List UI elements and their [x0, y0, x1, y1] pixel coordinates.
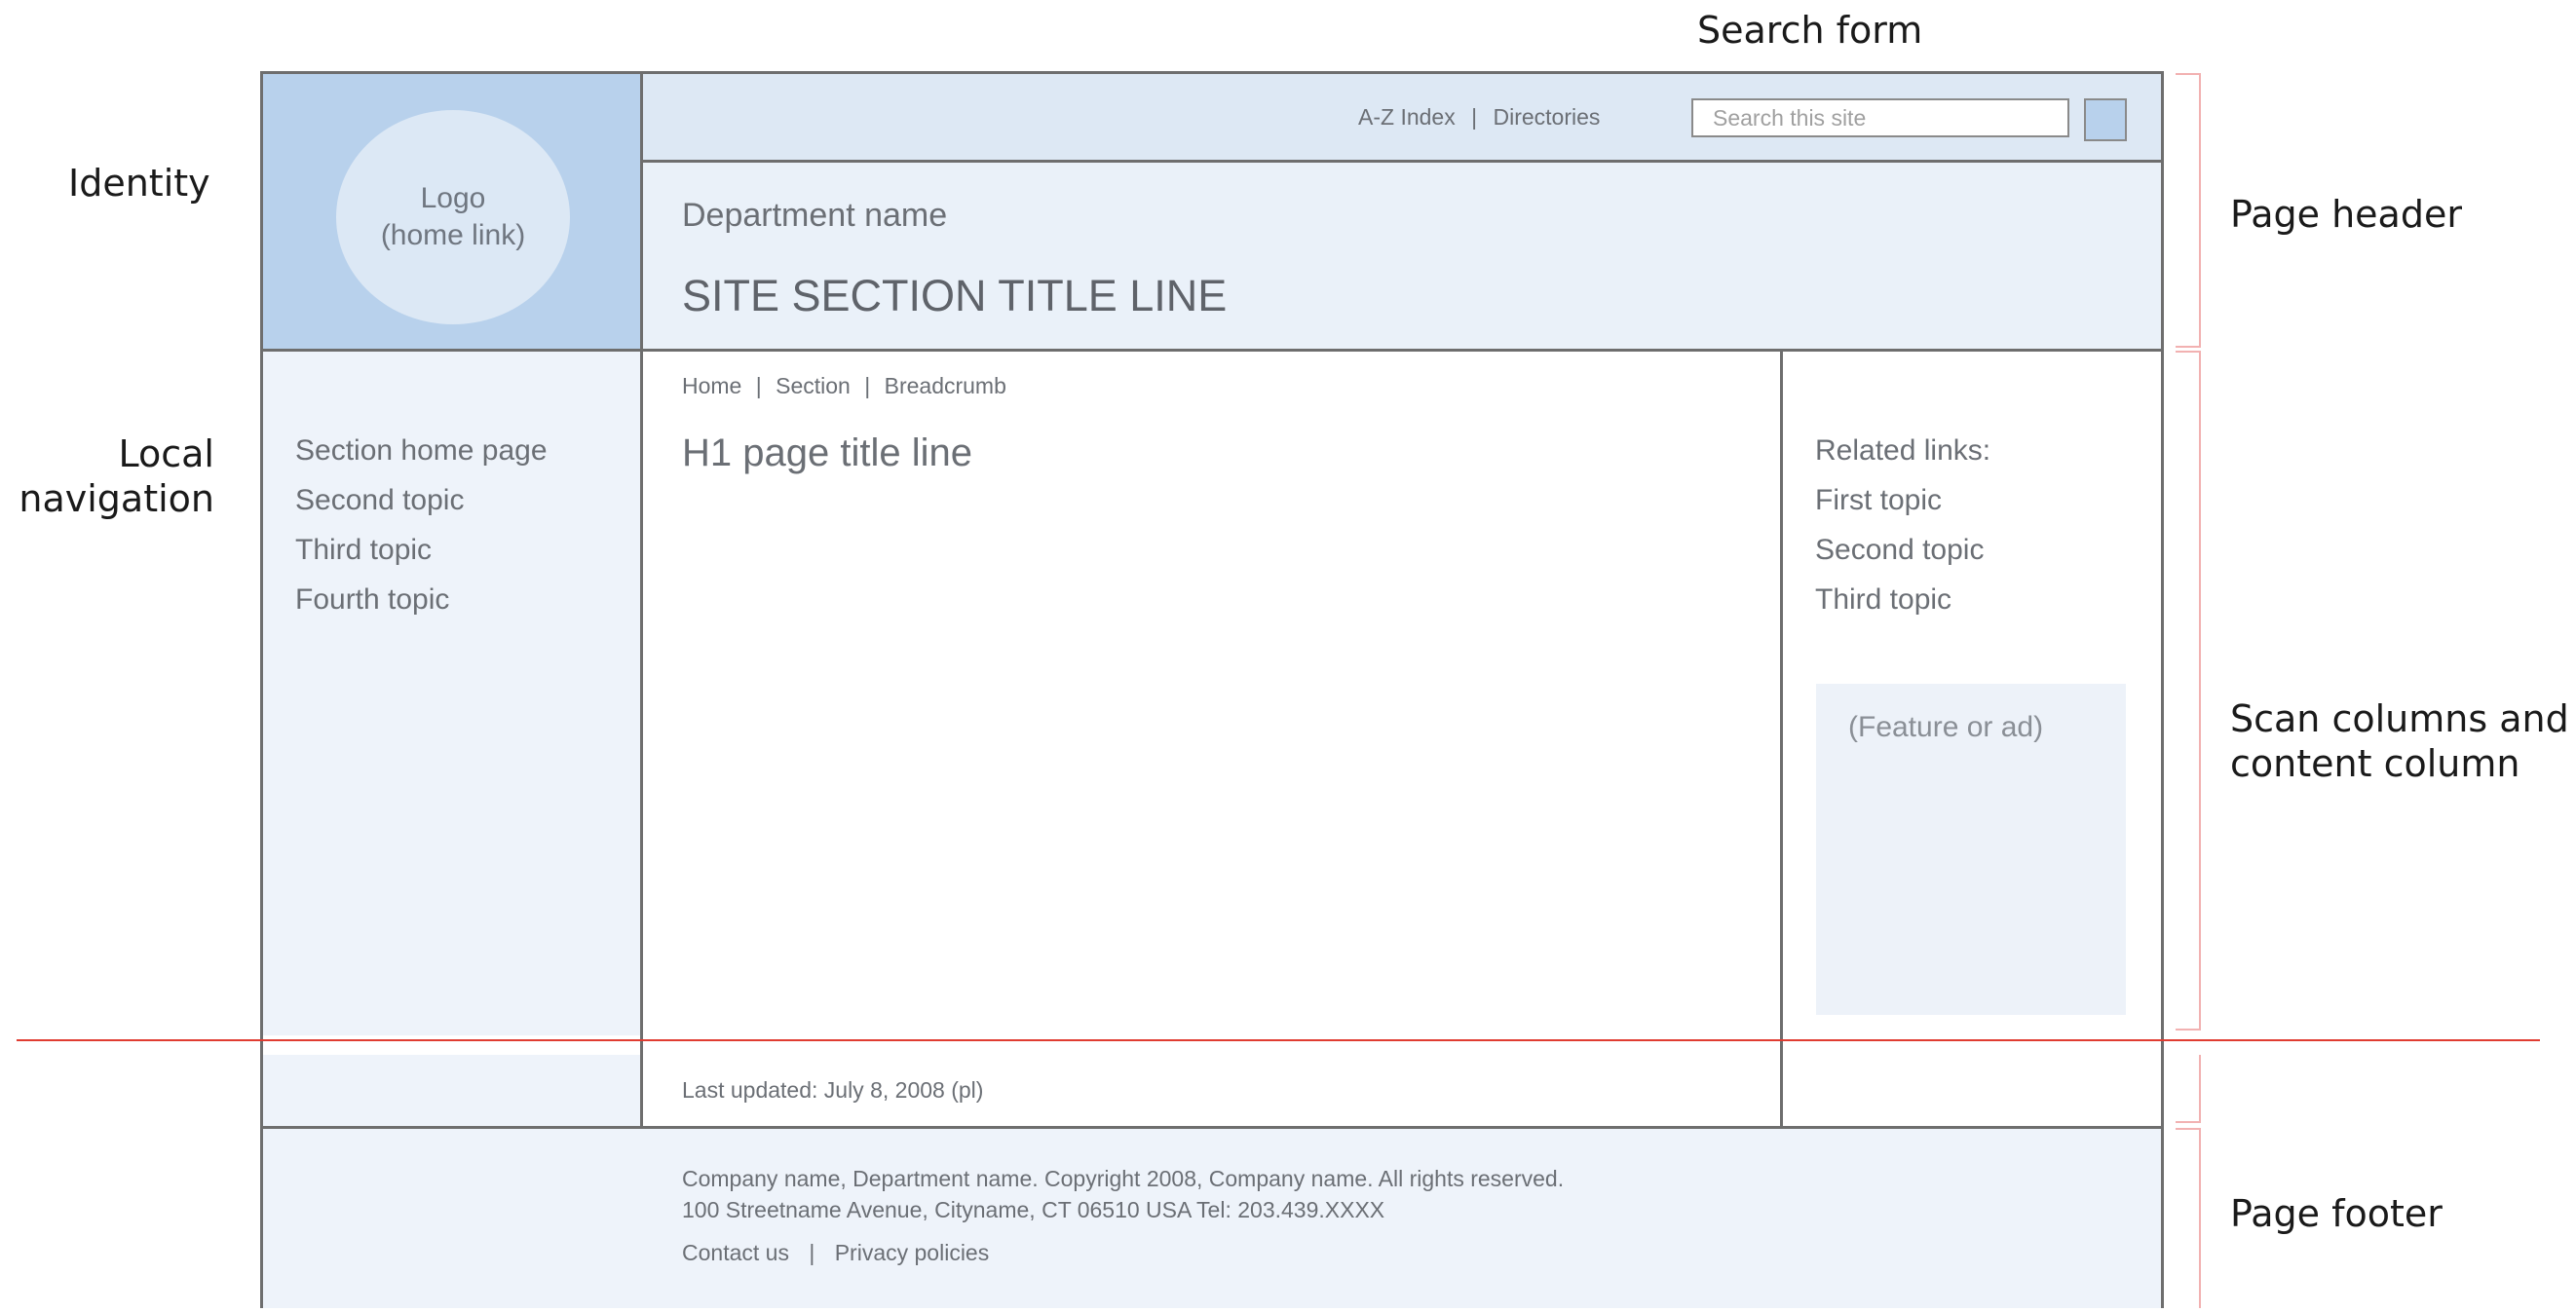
search-input[interactable] [1691, 98, 2069, 137]
directories-link[interactable]: Directories [1493, 104, 1600, 130]
logo-sublabel: (home link) [380, 219, 526, 251]
department-name: Department name [682, 197, 948, 234]
footer-links: Contact us | Privacy policies [682, 1240, 989, 1266]
local-nav-list: Section home page Second topic Third top… [295, 426, 548, 624]
utility-links: A-Z Index | Directories [1358, 104, 1600, 131]
annotation-local-navigation-line1: Local [118, 432, 215, 475]
breadcrumb-separator: | [864, 373, 871, 398]
annotation-page-footer: Page footer [2230, 1192, 2443, 1235]
annotation-local-navigation: Local navigation [16, 431, 214, 521]
logo-label: Logo [420, 182, 486, 214]
nav-item-section-home[interactable]: Section home page [295, 426, 548, 475]
footer-left-cell [263, 1055, 640, 1126]
fold-line [17, 1039, 2540, 1041]
nav-item-fourth-topic[interactable]: Fourth topic [295, 575, 548, 624]
nav-item-third-topic[interactable]: Third topic [295, 525, 548, 575]
related-links: Related links: First topic Second topic … [1815, 426, 1990, 624]
last-updated-bracket [2176, 1055, 2201, 1123]
breadcrumb-section[interactable]: Section [776, 373, 851, 398]
az-index-link[interactable]: A-Z Index [1358, 104, 1456, 130]
annotation-local-navigation-line2: navigation [19, 477, 214, 520]
annotation-scan-columns: Scan columns and content column [2230, 696, 2569, 786]
site-section-title: SITE SECTION TITLE LINE [682, 271, 1228, 320]
annotation-scan-columns-line2: content column [2230, 742, 2520, 785]
annotation-scan-columns-line1: Scan columns and [2230, 697, 2569, 740]
related-links-heading: Related links: [1815, 434, 1991, 467]
annotation-search-form: Search form [1697, 9, 1923, 52]
footer-separator: | [809, 1240, 815, 1265]
search-button[interactable] [2084, 98, 2127, 141]
scan-columns-bracket [2176, 351, 2201, 1031]
contact-us-link[interactable]: Contact us [682, 1240, 789, 1265]
annotation-identity: Identity [68, 162, 210, 205]
breadcrumb-separator: | [755, 373, 762, 398]
page-title: H1 page title line [682, 431, 972, 474]
logo-home-link[interactable]: Logo (home link) [336, 110, 570, 324]
feature-ad-label: (Feature or ad) [1848, 711, 2044, 743]
privacy-policies-link[interactable]: Privacy policies [835, 1240, 990, 1265]
page-footer-bracket [2176, 1128, 2201, 1308]
related-second-topic[interactable]: Second topic [1815, 525, 1990, 575]
related-third-topic[interactable]: Third topic [1815, 575, 1990, 624]
nav-item-second-topic[interactable]: Second topic [295, 475, 548, 525]
footer-copyright: Company name, Department name. Copyright… [682, 1166, 1565, 1191]
utility-separator: | [1471, 104, 1478, 130]
annotation-page-header: Page header [2230, 193, 2462, 236]
footer-address: 100 Streetname Avenue, Cityname, CT 0651… [682, 1197, 1385, 1222]
breadcrumb: Home | Section | Breadcrumb [682, 373, 1006, 399]
page-header-bracket [2176, 73, 2201, 348]
related-first-topic[interactable]: First topic [1815, 475, 1990, 525]
breadcrumb-current: Breadcrumb [884, 373, 1006, 398]
breadcrumb-home[interactable]: Home [682, 373, 741, 398]
last-updated: Last updated: July 8, 2008 (pl) [682, 1077, 984, 1103]
